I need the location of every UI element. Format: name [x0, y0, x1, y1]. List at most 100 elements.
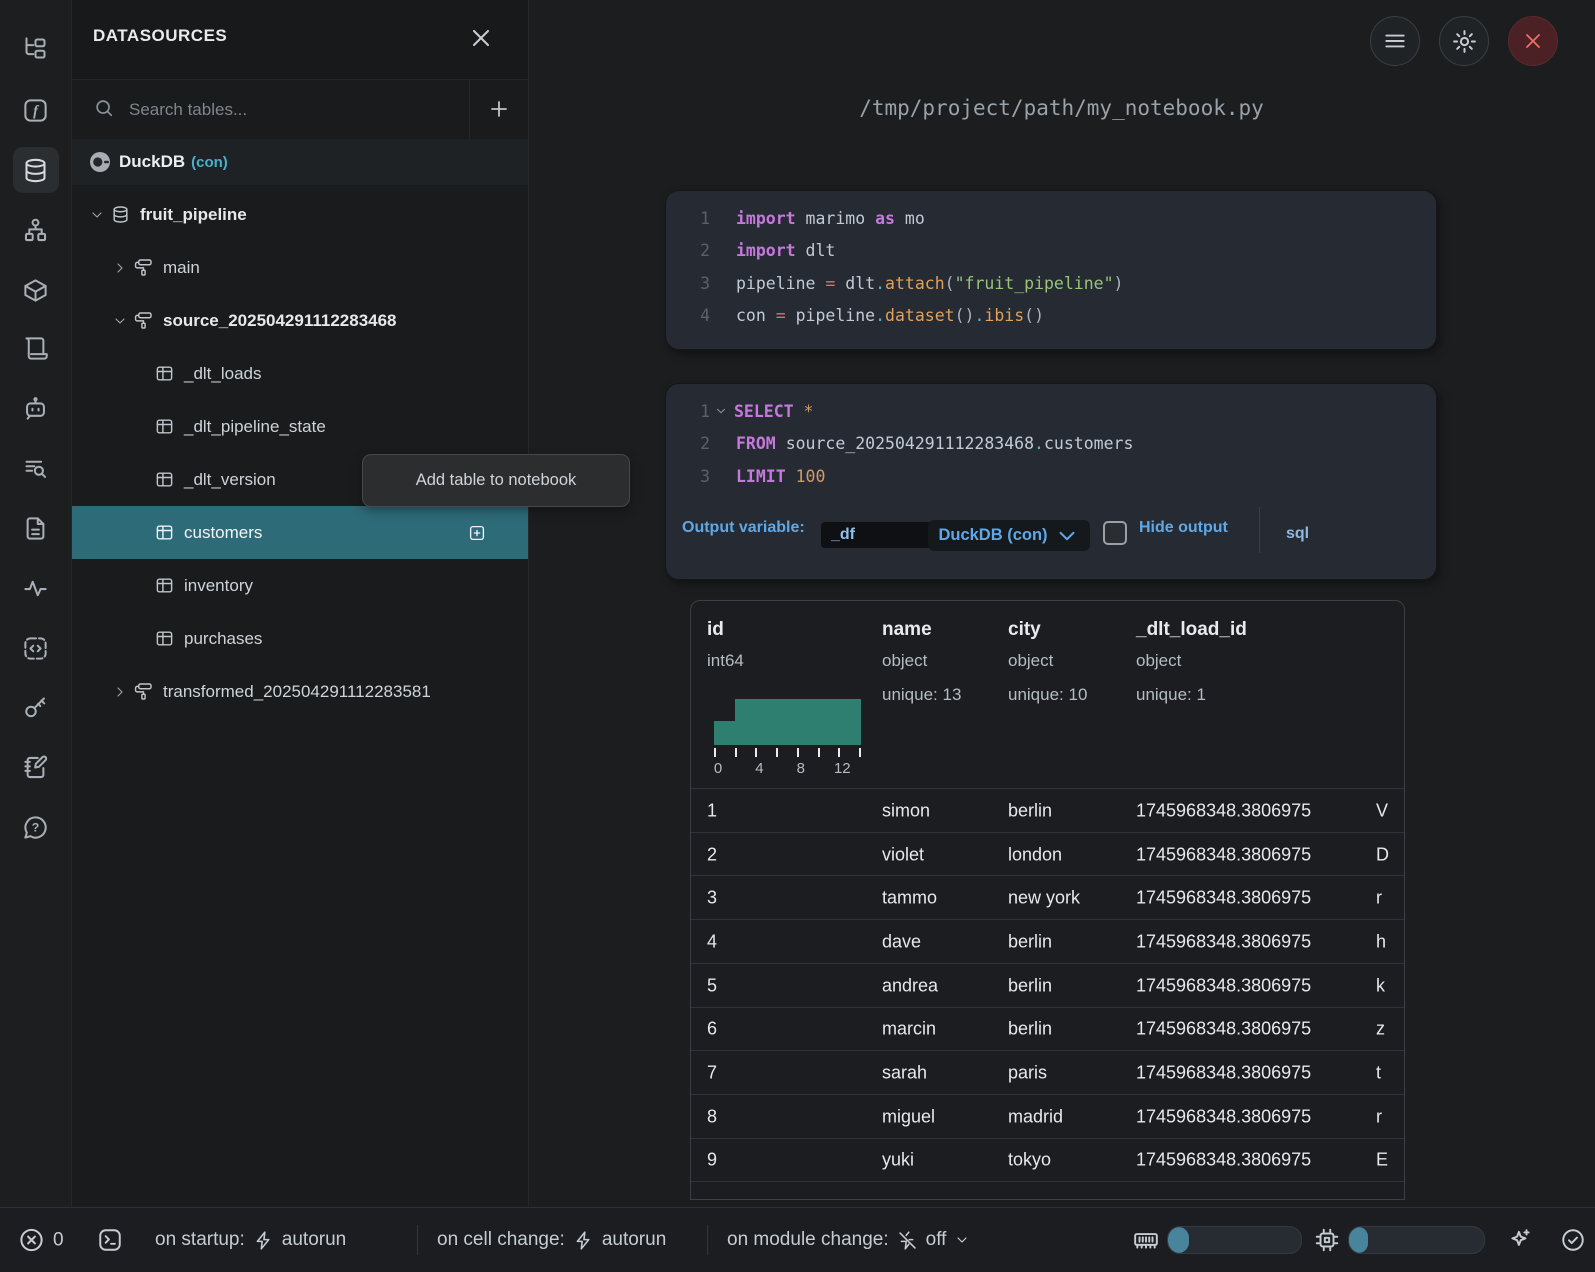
table-cell: 1745968348.3806975 [1136, 1150, 1311, 1171]
error-count[interactable]: 0 [18, 1227, 64, 1254]
code-token: . [1034, 434, 1044, 453]
tree-row-transformed_202504291112283581[interactable]: transformed_202504291112283581 [71, 665, 528, 718]
code-token [776, 434, 786, 453]
bot-icon [22, 395, 49, 422]
table-cell: violet [882, 844, 924, 865]
output-variable-input[interactable] [821, 522, 933, 548]
table-row[interactable]: 7sarahparis1745968348.3806975t [691, 1050, 1404, 1095]
connection-alias: (con) [191, 154, 228, 171]
code-token [865, 209, 875, 228]
table-cell: 1745968348.3806975 [1136, 931, 1311, 952]
notebook-area: /tmp/project/path/my_notebook.py 1import… [528, 0, 1595, 1207]
ai-sparkles-icon[interactable] [1507, 1227, 1533, 1253]
tree-label: fruit_pipeline [140, 205, 247, 225]
table-row[interactable]: 4daveberlin1745968348.3806975h [691, 919, 1404, 964]
table-row[interactable]: 9yukitokyo1745968348.3806975E [691, 1138, 1404, 1183]
histogram-bar [819, 699, 841, 745]
rail-item-scroll[interactable] [13, 325, 59, 371]
chevron-down-icon[interactable] [89, 207, 105, 223]
table-cell: berlin [1008, 1019, 1052, 1040]
tree-row-purchases[interactable]: purchases [71, 612, 528, 665]
tree-row-source_202504291112283468[interactable]: source_202504291112283468 [71, 294, 528, 347]
engine-select[interactable]: DuckDB (con) [928, 520, 1090, 551]
table-row[interactable]: 6marcinberlin1745968348.3806975z [691, 1007, 1404, 1052]
chevron-right-icon[interactable] [112, 260, 128, 276]
tree-row-customers[interactable]: customers [71, 506, 528, 559]
column-unique: unique: 10 [1008, 685, 1087, 705]
key-icon [22, 694, 49, 721]
hide-output-checkbox[interactable] [1103, 521, 1127, 545]
table-row[interactable]: 1simonberlin1745968348.3806975V [691, 788, 1404, 833]
memory-icon [1133, 1227, 1159, 1253]
table-cell: 1745968348.3806975 [1136, 888, 1311, 909]
table-cell: marcin [882, 1019, 936, 1040]
table-row-partial [691, 1181, 1404, 1200]
tree-row-main[interactable]: main [71, 241, 528, 294]
settings-button[interactable] [1439, 16, 1489, 66]
connected-check-icon[interactable] [1560, 1227, 1586, 1253]
column-name: _dlt_load_id [1136, 619, 1247, 641]
tree-row-_dlt_pipeline_state[interactable]: _dlt_pipeline_state [71, 400, 528, 453]
tree-row-fruit_pipeline[interactable]: fruit_pipeline [71, 188, 528, 241]
table-cell: andrea [882, 975, 938, 996]
close-icon[interactable] [467, 24, 495, 52]
code-token: pipeline [796, 306, 875, 325]
table-cell: sarah [882, 1063, 927, 1084]
zap-off-icon [897, 1230, 918, 1251]
rail-item-key[interactable] [13, 684, 59, 730]
line-number: 3 [666, 467, 710, 486]
chevron-right-icon[interactable] [112, 684, 128, 700]
rail-item-log-search[interactable] [13, 445, 59, 491]
table-cell: berlin [1008, 931, 1052, 952]
status-bar: 0 on startup: autorun on cell change: au… [0, 1207, 1595, 1272]
on-startup-setting[interactable]: on startup: autorun [155, 1229, 346, 1251]
add-table-button[interactable] [468, 524, 486, 542]
file-tree-icon [22, 35, 49, 62]
table-cell: madrid [1008, 1106, 1063, 1127]
schema-icon [134, 682, 153, 701]
chevron-down-icon[interactable] [112, 313, 128, 329]
rail-item-workflow[interactable] [13, 207, 59, 253]
code-token [786, 467, 796, 486]
shutdown-button[interactable] [1508, 16, 1558, 66]
add-datasource-button[interactable] [469, 79, 528, 139]
cpu-meter [1348, 1226, 1485, 1254]
on-module-change-label: on module change: [727, 1229, 889, 1251]
sql-cell[interactable]: 1SELECT *2FROM source_202504291112283468… [665, 383, 1437, 580]
rail-item-help-bubble[interactable]: ? [13, 804, 59, 850]
id-histogram: 04812 [714, 687, 861, 769]
rail-item-bot[interactable] [13, 385, 59, 431]
python-code: 1import marimo as mo2import dlt3pipeline… [666, 202, 1436, 332]
terminal-icon[interactable] [97, 1227, 123, 1253]
rail-item-notebook-pen[interactable] [13, 744, 59, 790]
rail-item-code-square[interactable] [13, 625, 59, 671]
rail-item-function-square[interactable]: f [13, 87, 59, 133]
tree-row-inventory[interactable]: inventory [71, 559, 528, 612]
search-input[interactable] [127, 91, 461, 129]
on-module-change-setting[interactable]: on module change: off [727, 1229, 970, 1251]
rail-item-database[interactable] [13, 147, 59, 193]
table-row[interactable]: 3tammonew york1745968348.3806975r [691, 875, 1404, 920]
rail-item-file-text[interactable] [13, 505, 59, 551]
python-cell[interactable]: 1import marimo as mo2import dlt3pipeline… [665, 190, 1437, 350]
tree-row-_dlt_loads[interactable]: _dlt_loads [71, 347, 528, 400]
table-row[interactable]: 2violetlondon1745968348.3806975D [691, 832, 1404, 877]
rail-item-file-tree[interactable] [13, 25, 59, 71]
table-cell: miguel [882, 1106, 935, 1127]
histogram-tick [755, 748, 757, 757]
table-row[interactable]: 8miguelmadrid1745968348.3806975r [691, 1094, 1404, 1139]
column-unique: unique: 1 [1136, 685, 1206, 705]
close-icon [1521, 29, 1545, 53]
on-cell-change-setting[interactable]: on cell change: autorun [437, 1229, 666, 1251]
rail-item-activity[interactable] [13, 565, 59, 611]
histogram-tick [838, 748, 840, 757]
errors-icon [18, 1227, 45, 1254]
table-row[interactable]: 5andreaberlin1745968348.3806975k [691, 963, 1404, 1008]
rail-item-package[interactable] [13, 267, 59, 313]
table-cell: 7 [707, 1063, 717, 1084]
menu-button[interactable] [1370, 16, 1420, 66]
line-number: 1 [666, 209, 710, 228]
notebook-path: /tmp/project/path/my_notebook.py [528, 96, 1595, 120]
connection-row[interactable]: DuckDB (con) [71, 139, 528, 185]
code-text: FROM source_202504291112283468.customers [736, 434, 1133, 453]
